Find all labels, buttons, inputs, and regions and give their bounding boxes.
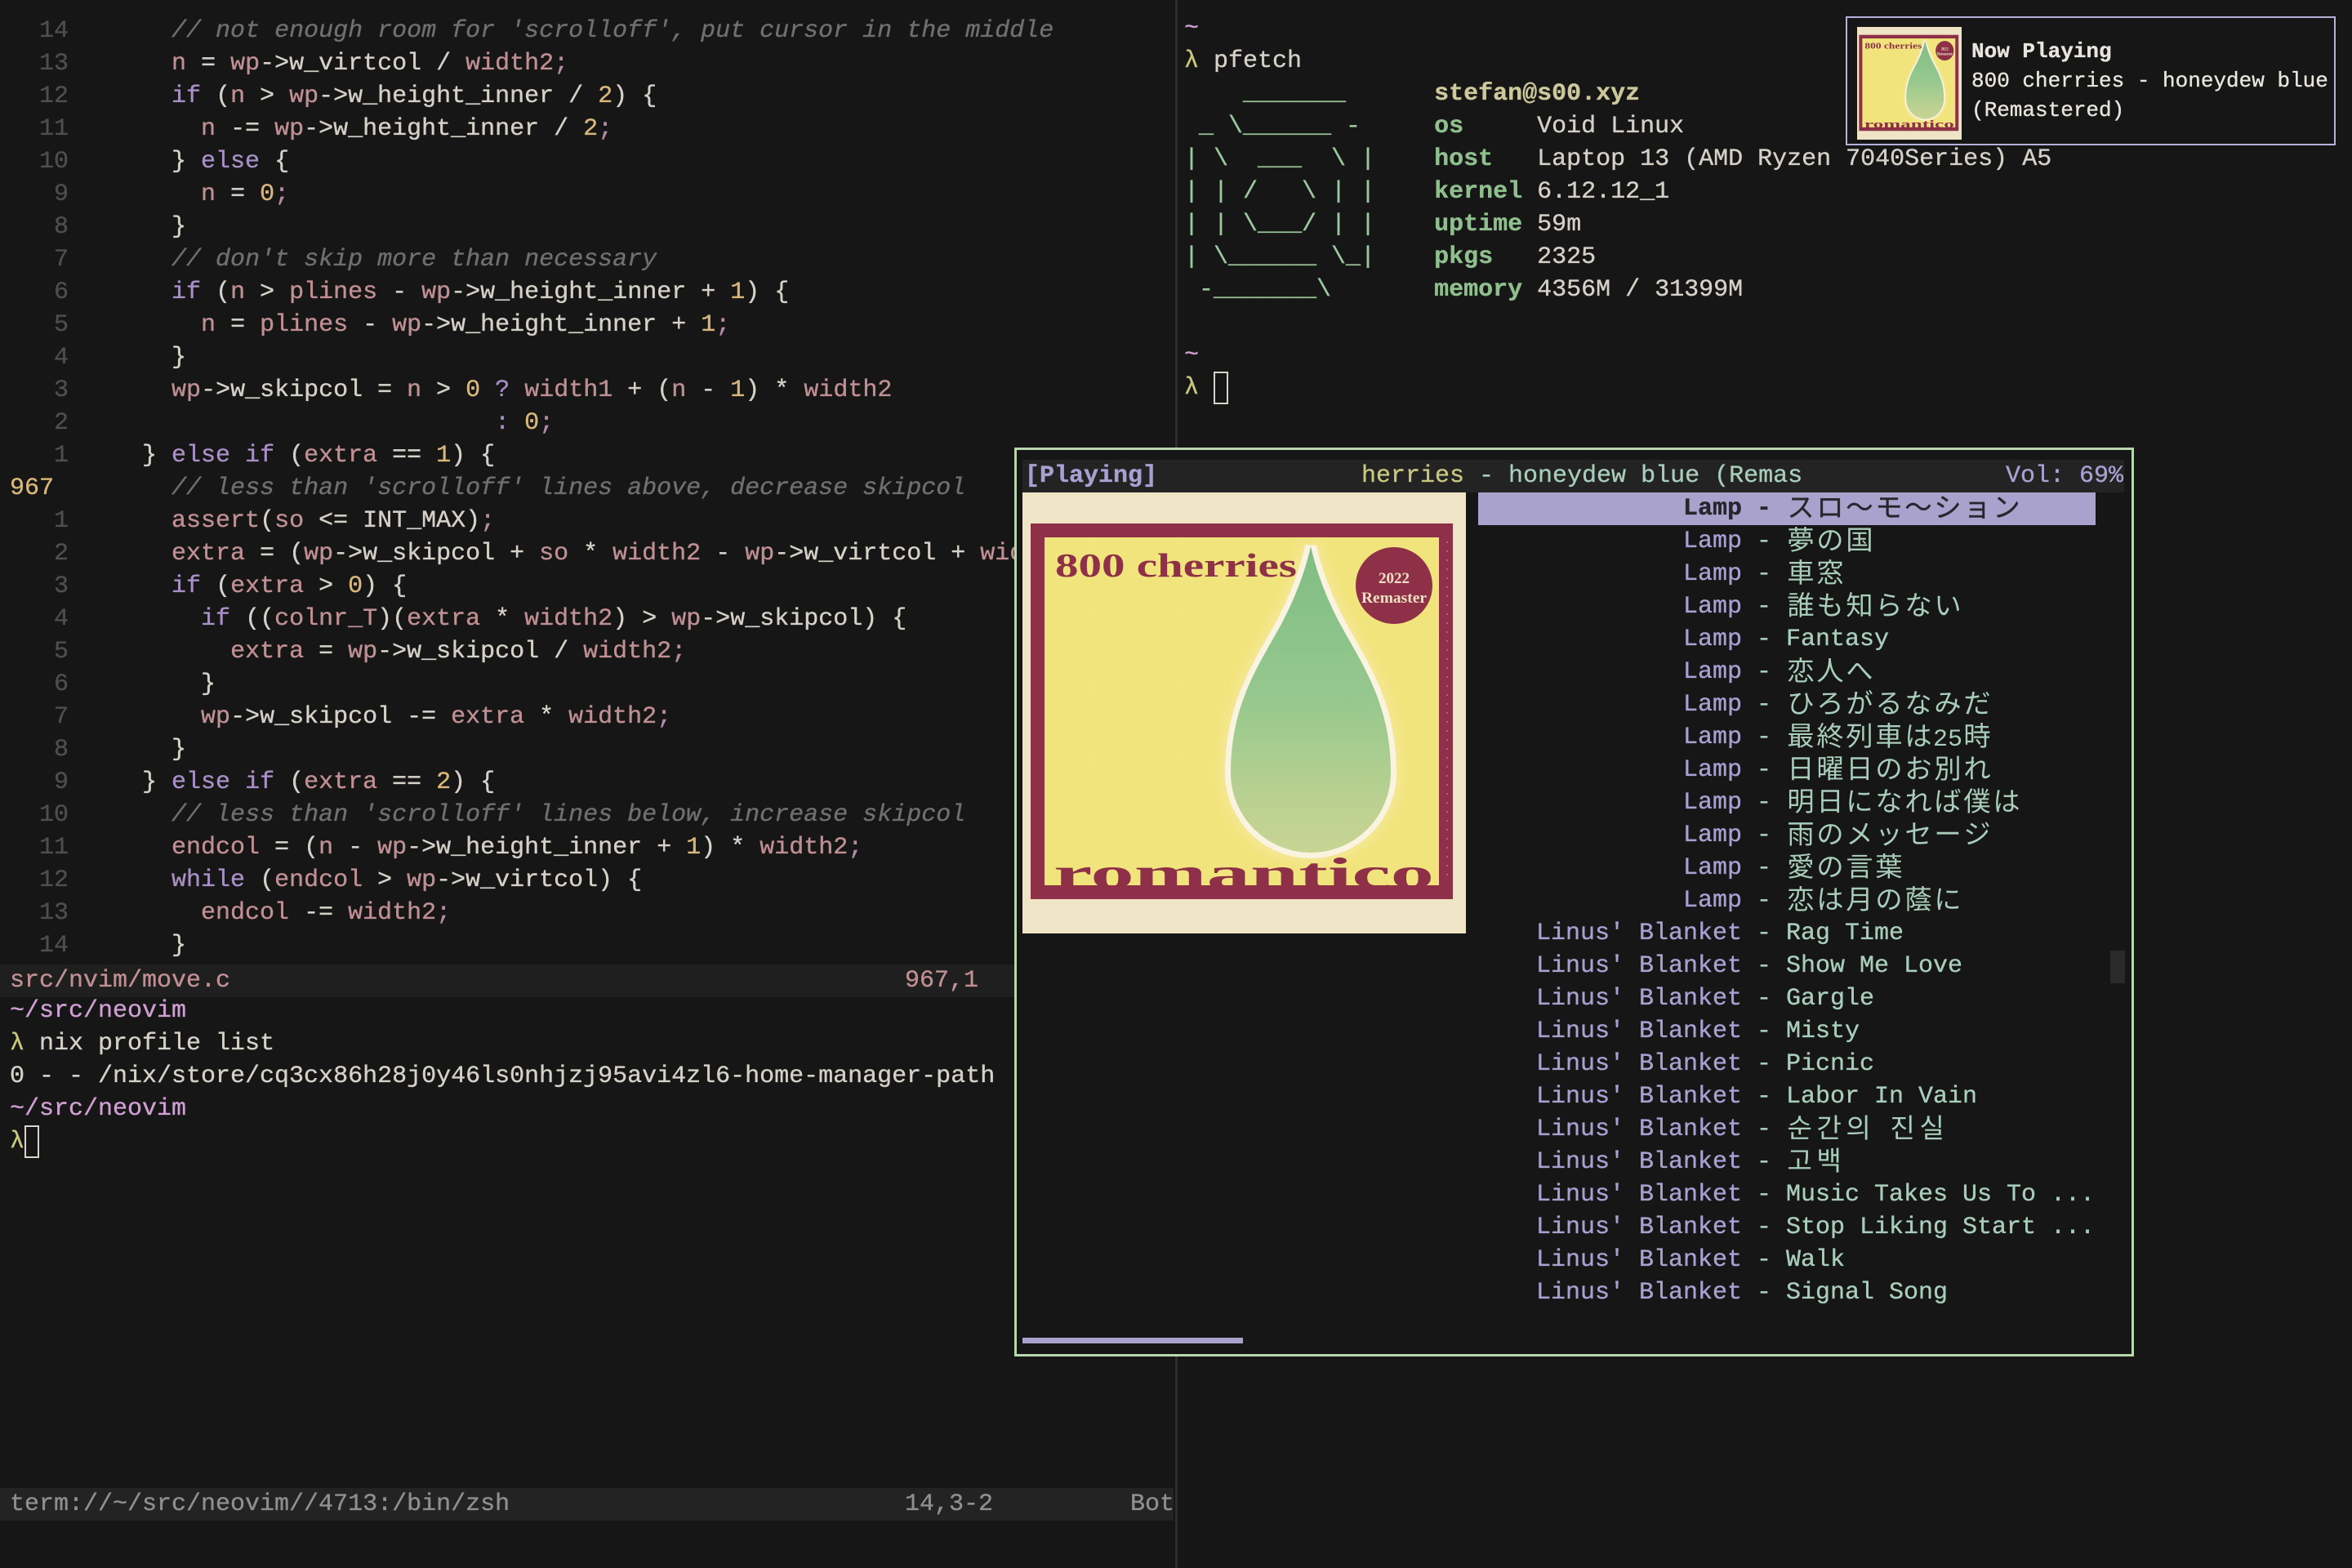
svg-text:5: 5	[1948, 726, 1962, 754]
svg-text:2: 2	[1933, 726, 1948, 754]
